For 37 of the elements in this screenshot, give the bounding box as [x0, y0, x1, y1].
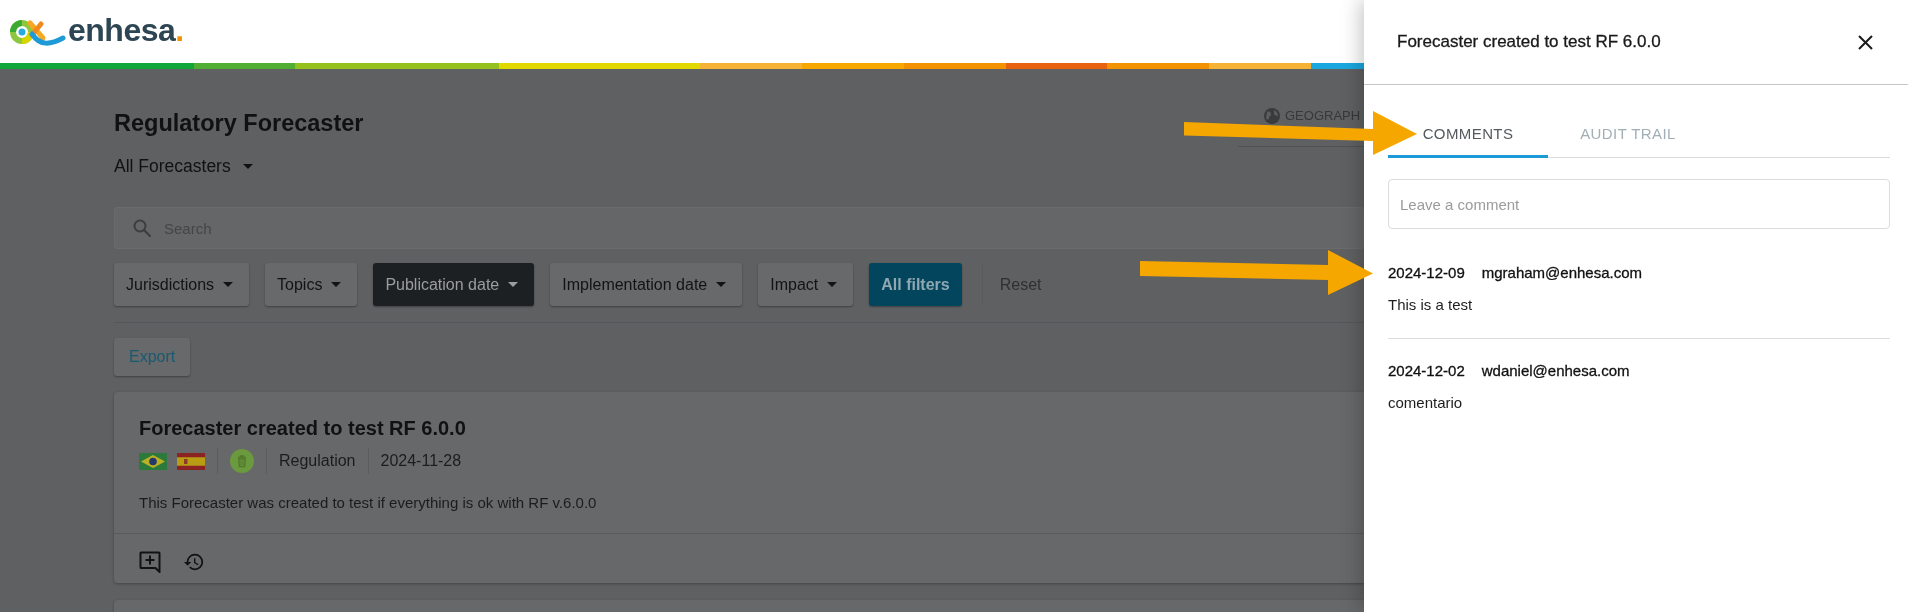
comment-date: 2024-12-09 [1388, 263, 1465, 283]
brazil-flag-icon [139, 452, 167, 470]
search-icon [133, 219, 151, 237]
panel-title: Forecaster created to test RF 6.0.0 [1397, 31, 1661, 53]
comment-date: 2024-12-02 [1388, 361, 1465, 381]
globe-icon [1264, 108, 1280, 124]
add-comment-icon[interactable] [139, 551, 161, 573]
comment-author: wdaniel@enhesa.com [1481, 361, 1630, 381]
spain-flag-icon [177, 452, 205, 470]
forecast-type: Regulation [279, 451, 356, 471]
forecast-description: This Forecaster was created to test if everything is ok with RF v.6.0.0 [139, 493, 598, 513]
history-icon[interactable] [183, 551, 205, 573]
comment-author: mgraham@enhesa.com [1481, 263, 1643, 283]
comment-field[interactable]: Leave a comment [1388, 179, 1890, 229]
logo-text: enhesa. [68, 13, 184, 47]
card-title: Forecaster created to test RF 6.0.0 [139, 416, 467, 441]
forecast-date: 2024-11-28 [380, 451, 462, 471]
filter-dropdown[interactable]: Publication date [373, 263, 535, 306]
comment-text: This is a test [1388, 295, 1474, 315]
filter-dropdown[interactable]: Implementation date [550, 263, 743, 306]
panel-tab[interactable]: AUDIT TRAIL [1576, 110, 1680, 153]
caret-icon [508, 282, 519, 287]
all-filters-button[interactable]: All filters [869, 263, 962, 306]
caret-icon [331, 282, 342, 287]
view-selector[interactable]: All Forecasters [114, 154, 253, 178]
panel-tab[interactable]: COMMENTS [1418, 110, 1518, 153]
caret-icon [242, 163, 253, 169]
page-title: Regulatory Forecaster [114, 109, 364, 138]
caret-icon [716, 282, 727, 287]
caret-icon [827, 282, 838, 287]
close-icon[interactable] [1858, 34, 1873, 50]
trash-icon [230, 449, 254, 473]
comment-text: comentario [1388, 393, 1464, 413]
filter-dropdown[interactable]: Impact [758, 263, 854, 306]
filter-dropdown[interactable]: Topics [265, 263, 358, 306]
caret-icon [223, 282, 234, 287]
filter-dropdown[interactable]: Jurisdictions [114, 263, 250, 306]
